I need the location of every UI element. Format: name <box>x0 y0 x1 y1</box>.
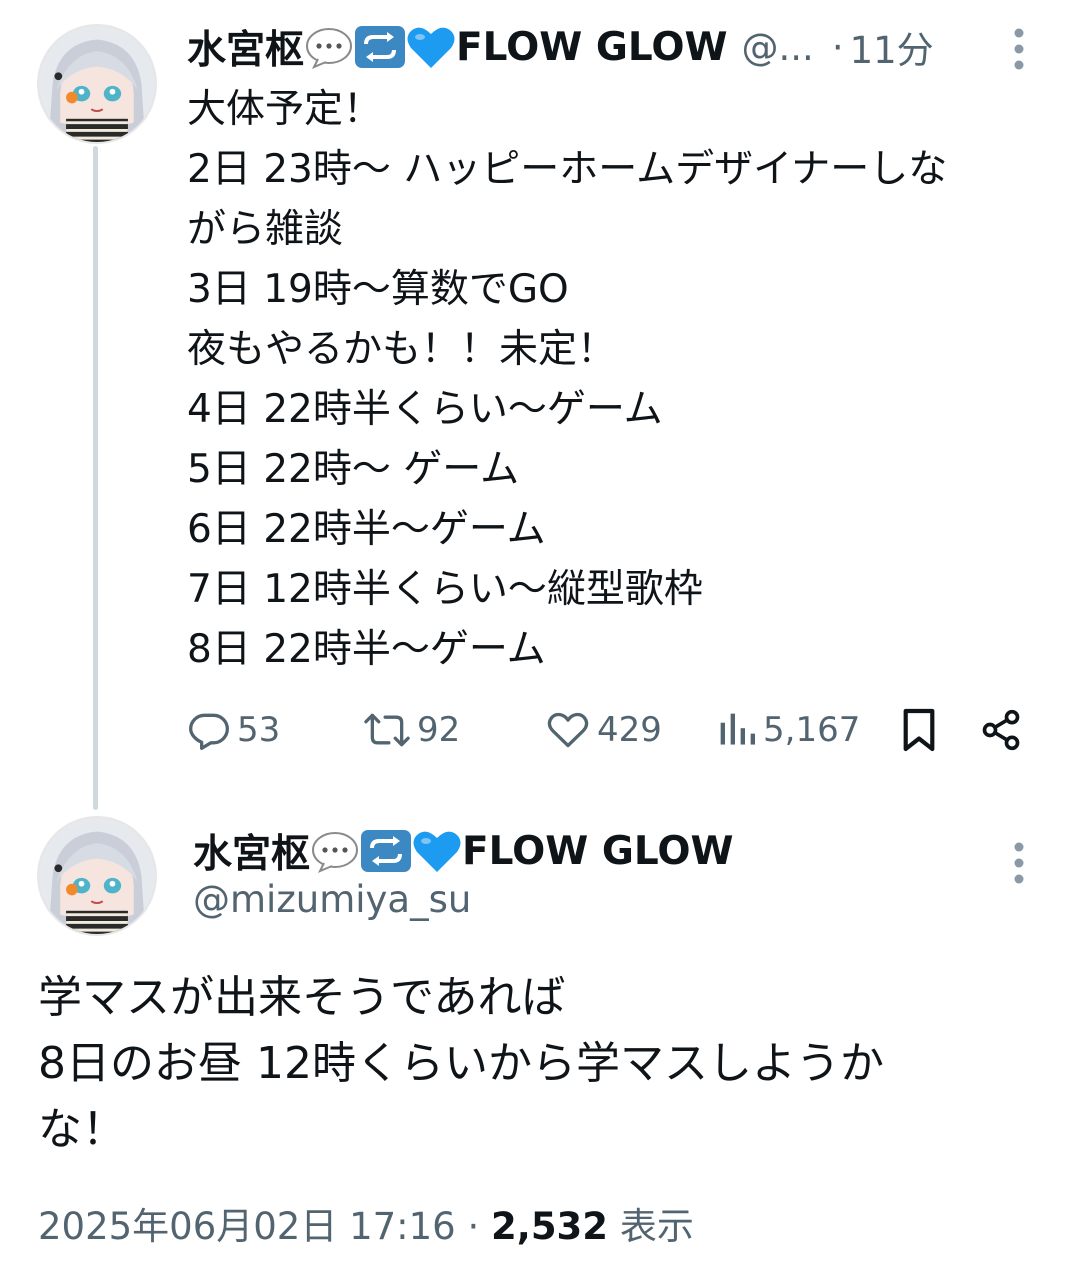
display-name[interactable]: 水宮枢 <box>187 19 304 75</box>
tweet-text: 学マスが出来そうであれば 8日のお昼 12時くらいから学マスしようか な！ <box>38 965 1048 1163</box>
view-count: 5,167 <box>763 710 861 750</box>
tweet-line: 6日 22時半〜ゲーム <box>187 507 546 552</box>
bookmark-icon <box>903 708 935 752</box>
share-button[interactable] <box>979 700 1023 760</box>
handle[interactable]: @mizumiya_su <box>193 878 471 921</box>
handle[interactable]: @... <box>742 26 814 69</box>
speech-bubble-icon <box>310 829 360 873</box>
tweet-line: 大体予定！ <box>187 87 383 132</box>
reply-icon <box>189 713 229 750</box>
heart-icon <box>547 712 589 748</box>
tweet-line: 学マスが出来そうであれば <box>38 972 566 1023</box>
repeat-icon <box>360 828 412 874</box>
repost-icon <box>364 713 410 747</box>
share-icon <box>982 709 1020 751</box>
blue-heart-icon <box>406 24 456 70</box>
tweet-line: 8日 22時半〜ゲーム <box>187 627 546 672</box>
analytics-icon <box>720 713 755 745</box>
tweet-meta: 2025年06月02日 17:16 · 2,532 表示 <box>38 1196 694 1250</box>
repeat-icon <box>354 24 406 70</box>
tweet-line: な！ <box>38 1104 126 1155</box>
reply-button[interactable]: 53 <box>187 700 280 760</box>
like-count: 429 <box>597 710 662 750</box>
display-name-suffix[interactable]: FLOW GLOW <box>462 829 734 874</box>
avatar-illustration <box>39 818 155 934</box>
more-options-icon[interactable] <box>1009 26 1029 72</box>
tweet-line: 夜もやるかも！！未定！ <box>187 327 617 372</box>
separator-dot: · <box>467 1205 480 1248</box>
like-button[interactable]: 429 <box>545 700 662 760</box>
separator-dot: · <box>831 25 844 69</box>
thread-line <box>93 146 98 810</box>
tweet-line: 4日 22時半くらい〜ゲーム <box>187 387 663 432</box>
avatar[interactable] <box>37 816 157 936</box>
tweet-line: がら雑談 <box>187 207 344 252</box>
tweet-line: 8日のお昼 12時くらいから学マスしようか <box>38 1038 884 1089</box>
author-row: 水宮枢 FLOW GLOW @... · 11分 <box>187 19 934 75</box>
more-options-icon[interactable] <box>1009 840 1029 886</box>
timestamp[interactable]: 11分 <box>850 20 934 74</box>
tweet-line: 2日 23時〜 ハッピーホームデザイナーしな <box>187 147 948 192</box>
blue-heart-icon <box>412 828 462 874</box>
repost-count: 92 <box>417 710 461 750</box>
action-bar: 53 92 429 5,167 <box>187 700 1037 760</box>
speech-bubble-icon <box>304 25 354 69</box>
tweet-line: 5日 22時〜 ゲーム <box>187 447 520 492</box>
repost-button[interactable]: 92 <box>363 700 460 760</box>
view-count: 2,532 <box>491 1205 609 1248</box>
view-label: 表示 <box>619 1205 694 1248</box>
tweet-text: 大体予定！ 2日 23時〜 ハッピーホームデザイナーしな がら雑談 3日 19時… <box>187 80 1047 680</box>
avatar[interactable] <box>37 24 157 144</box>
author-row: 水宮枢 FLOW GLOW <box>193 823 734 879</box>
tweet-line: 3日 19時〜算数でGO <box>187 267 569 312</box>
bookmark-button[interactable] <box>900 700 938 760</box>
display-name[interactable]: 水宮枢 <box>193 823 310 879</box>
post-timestamp[interactable]: 2025年06月02日 17:16 <box>38 1205 456 1248</box>
tweet-line: 7日 12時半くらい〜縦型歌枠 <box>187 567 703 612</box>
display-name-suffix[interactable]: FLOW GLOW <box>456 25 728 70</box>
views-button[interactable]: 5,167 <box>717 700 860 760</box>
reply-count: 53 <box>237 710 281 750</box>
avatar-illustration <box>39 26 155 142</box>
